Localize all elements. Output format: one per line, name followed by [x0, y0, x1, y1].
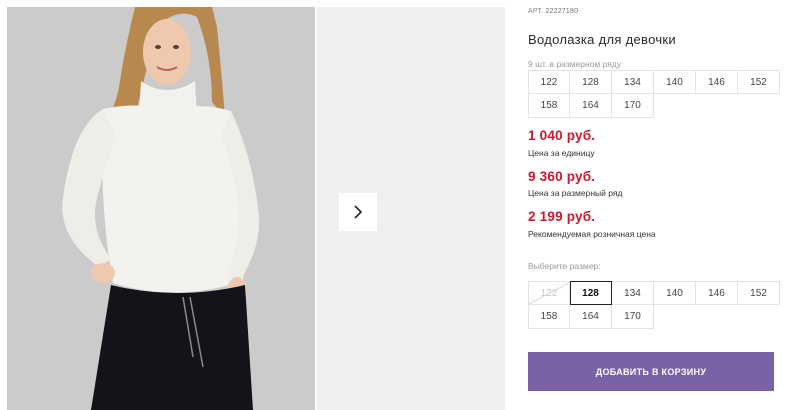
- retail-price-label: Рекомендуемая розничная цена: [528, 229, 656, 239]
- size-option-140[interactable]: 140: [654, 281, 696, 305]
- add-to-cart-button[interactable]: ДОБАВИТЬ В КОРЗИНУ: [528, 352, 774, 391]
- size-selector: 122 128 134 140 146 152 158 164 170: [528, 281, 780, 329]
- size-row-cell: 134: [612, 70, 654, 94]
- size-option-164[interactable]: 164: [570, 305, 612, 329]
- size-row-cell: 140: [654, 70, 696, 94]
- retail-price: 2 199 руб.: [528, 209, 596, 224]
- size-option-122: 122: [528, 281, 570, 305]
- size-option-146[interactable]: 146: [696, 281, 738, 305]
- size-option-170[interactable]: 170: [612, 305, 654, 329]
- size-row-cell: 146: [696, 70, 738, 94]
- size-row-cell: 158: [528, 94, 570, 118]
- product-photo-illustration: [7, 7, 315, 410]
- size-row-label: 9 шт. в размерном ряду: [528, 59, 622, 69]
- next-photo-button[interactable]: [339, 193, 377, 231]
- article-label: АРТ.: [528, 8, 544, 15]
- size-row-cell: 170: [612, 94, 654, 118]
- size-row-cell: 122: [528, 70, 570, 94]
- chevron-right-icon: [354, 205, 363, 219]
- size-option-128[interactable]: 128: [570, 281, 612, 305]
- size-option-158[interactable]: 158: [528, 305, 570, 329]
- choose-size-label: Выберите размер:: [528, 261, 601, 271]
- article-number: АРТ. 22227180: [528, 8, 578, 15]
- size-row-cell: 164: [570, 94, 612, 118]
- product-gallery: [0, 0, 505, 410]
- product-title: Водолазка для девочки: [528, 32, 676, 47]
- article-value: 22227180: [545, 8, 579, 15]
- unit-price-label: Цена за единицу: [528, 148, 595, 158]
- size-row-cell: 128: [570, 70, 612, 94]
- unit-price: 1 040 руб.: [528, 128, 596, 143]
- row-price: 9 360 руб.: [528, 169, 596, 184]
- size-row-cell: 152: [738, 70, 780, 94]
- product-info: АРТ. 22227180 Водолазка для девочки 9 шт…: [528, 0, 793, 410]
- size-row-grid: 122 128 134 140 146 152 158 164 170: [528, 70, 780, 118]
- product-photo[interactable]: [7, 7, 315, 410]
- size-option-152[interactable]: 152: [738, 281, 780, 305]
- size-option-134[interactable]: 134: [612, 281, 654, 305]
- row-price-label: Цена за размерный ряд: [528, 188, 623, 198]
